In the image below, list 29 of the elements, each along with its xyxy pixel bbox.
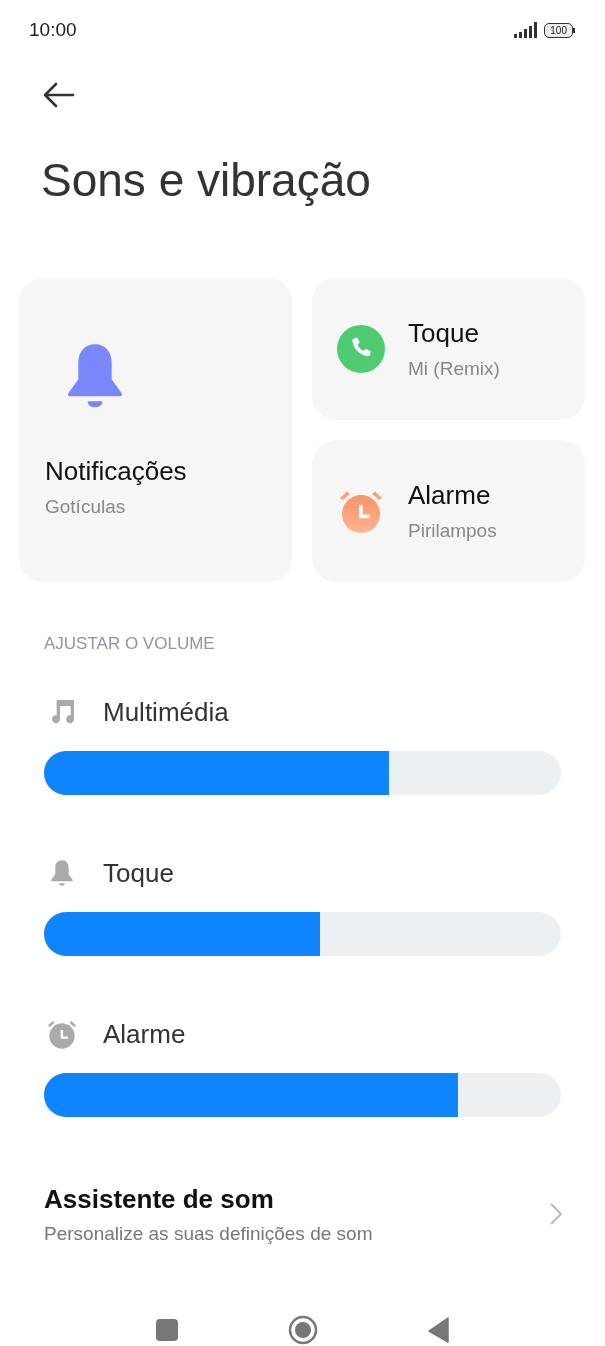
battery-indicator: 100 (544, 22, 575, 38)
home-button[interactable] (287, 1315, 318, 1345)
sound-assistant-item[interactable]: Assistente de som Personalize as suas definições de som (0, 1174, 605, 1254)
section-header: AJUSTAR O VOLUME (44, 634, 216, 654)
card-subtitle: Mi (Remix) (408, 358, 500, 380)
alarm-clock-icon (46, 1018, 78, 1050)
volume-slider[interactable] (44, 751, 561, 795)
status-time: 10:00 (29, 19, 77, 41)
alarm-card[interactable]: Alarme Pirilampos (312, 440, 585, 582)
slider-label: Toque (103, 857, 174, 889)
back-nav-button[interactable] (427, 1317, 450, 1343)
item-title: Assistente de som (44, 1183, 275, 1215)
card-title: Notificações (45, 456, 188, 487)
card-subtitle: Gotículas (45, 496, 127, 518)
slider-label: Alarme (103, 1018, 186, 1050)
notifications-card[interactable]: Notificações Gotículas (19, 278, 292, 582)
slider-label: Multimédia (103, 696, 229, 728)
card-subtitle: Pirilampos (408, 520, 497, 542)
item-subtitle: Personalize as suas definições de som (44, 1222, 373, 1245)
volume-slider[interactable] (44, 912, 561, 956)
ringtone-card[interactable]: Toque Mi (Remix) (312, 278, 585, 420)
recents-button[interactable] (155, 1319, 178, 1341)
chevron-right-icon (549, 1202, 563, 1226)
card-title: Alarme (408, 480, 492, 511)
page-title: Sons e vibração (41, 153, 372, 208)
card-title: Toque (408, 318, 480, 349)
phone-icon (337, 325, 385, 373)
volume-slider[interactable] (44, 1073, 561, 1117)
signal-icon (514, 22, 539, 38)
